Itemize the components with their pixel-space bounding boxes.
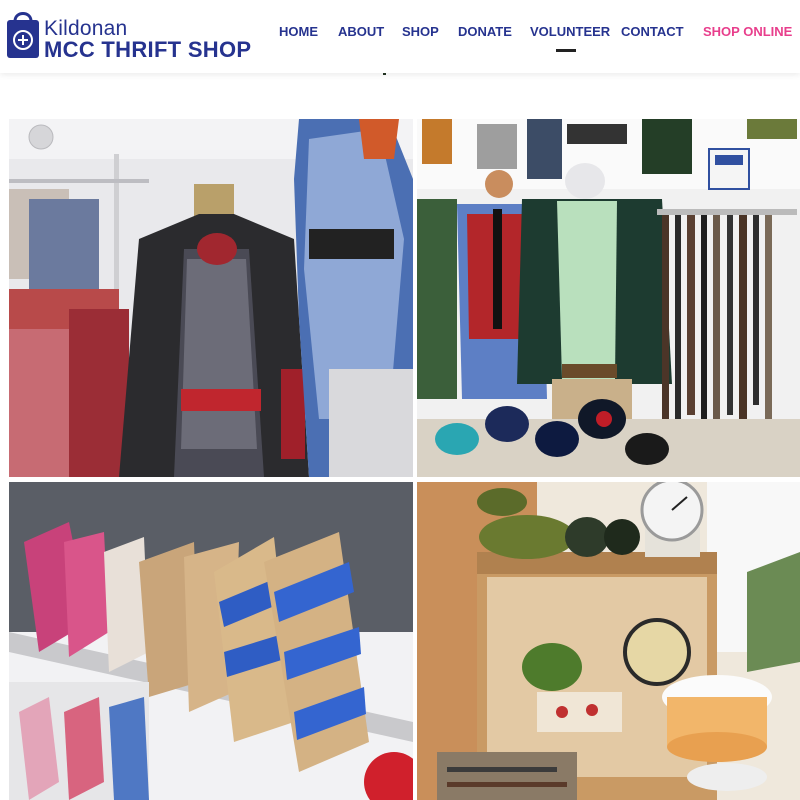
active-nav-indicator bbox=[556, 49, 576, 52]
photo-housewares bbox=[417, 482, 800, 800]
photo-menswear bbox=[417, 119, 800, 477]
shopping-bag-icon bbox=[7, 12, 39, 58]
site-header: Kildonan MCC THRIFT SHOP HOME ABOUT SHOP… bbox=[0, 0, 800, 73]
nav-contact[interactable]: CONTACT bbox=[621, 24, 684, 39]
nav-shop-online[interactable]: SHOP ONLINE bbox=[703, 24, 792, 39]
site-logo[interactable]: Kildonan MCC THRIFT SHOP bbox=[6, 7, 251, 63]
photo-shoes bbox=[9, 482, 413, 800]
nav-about[interactable]: ABOUT bbox=[338, 24, 384, 39]
photo-clothing bbox=[9, 119, 413, 477]
logo-line2: MCC THRIFT SHOP bbox=[44, 37, 252, 62]
nav-home[interactable]: HOME bbox=[279, 24, 318, 39]
nav-shop[interactable]: SHOP bbox=[402, 24, 439, 39]
nav-volunteer[interactable]: VOLUNTEER bbox=[530, 24, 610, 39]
nav-donate[interactable]: DONATE bbox=[458, 24, 512, 39]
photo-gallery bbox=[9, 119, 800, 800]
